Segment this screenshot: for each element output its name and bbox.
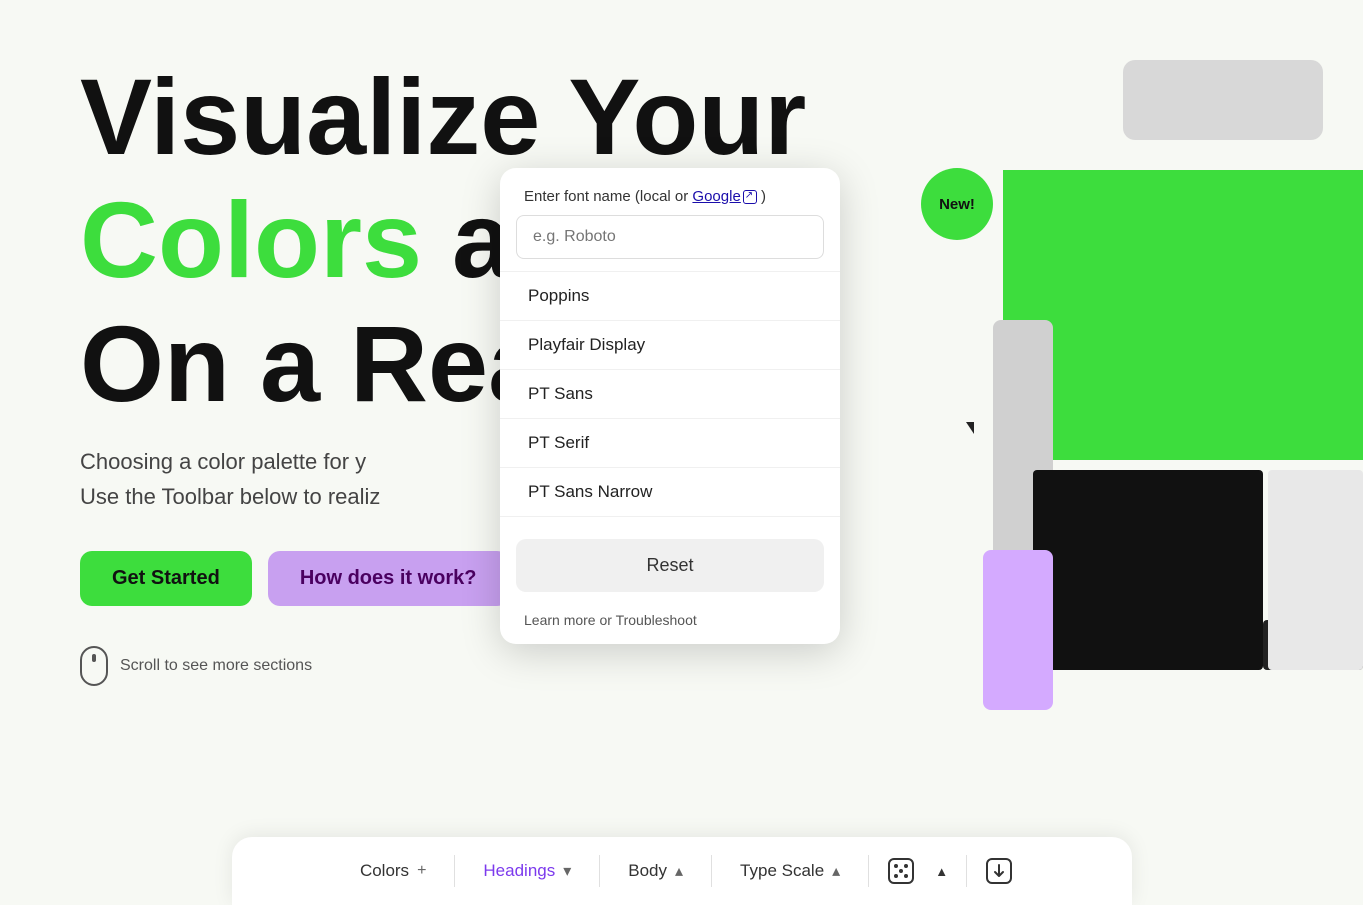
font-list-item[interactable]: Pacifico [500, 516, 840, 531]
toolbar: Colors + Headings ▾ Body ▴ Type Scale ▴ [232, 837, 1132, 905]
toolbar-divider-4 [868, 855, 869, 887]
mouse-dot [92, 654, 96, 662]
font-list-item[interactable]: Poppins [500, 271, 840, 320]
font-list-item[interactable]: PT Serif [500, 418, 840, 467]
font-search-input[interactable] [516, 215, 824, 259]
mouse-icon [80, 646, 108, 686]
external-link-icon [743, 190, 757, 204]
how-it-works-button[interactable]: How does it work? [268, 551, 509, 606]
font-popup-header: Enter font name (local or Google ) [500, 168, 840, 215]
color-block-light-right [1268, 470, 1363, 670]
get-started-button[interactable]: Get Started [80, 551, 252, 606]
toolbar-type-scale-label: Type Scale [740, 861, 824, 881]
toolbar-divider-2 [599, 855, 600, 887]
color-block-green [1003, 170, 1363, 460]
font-list-item[interactable]: Playfair Display [500, 320, 840, 369]
font-popup: Enter font name (local or Google ) Poppi… [500, 168, 840, 644]
google-fonts-link[interactable]: Google [692, 188, 756, 205]
toolbar-headings-chevron-icon: ▾ [563, 861, 571, 881]
chevron-up-icon: ▲ [935, 864, 948, 879]
toolbar-divider-5 [966, 855, 967, 887]
toolbar-type-scale-button[interactable]: Type Scale ▴ [720, 851, 860, 891]
font-reset-button[interactable]: Reset [516, 539, 824, 592]
toolbar-colors-label: Colors [360, 861, 409, 881]
toolbar-divider-3 [711, 855, 712, 887]
dice-icon [887, 857, 915, 885]
toolbar-colors-button[interactable]: Colors + [340, 851, 446, 891]
toolbar-body-label: Body [628, 861, 667, 881]
color-blocks [983, 60, 1363, 780]
font-list: PoppinsPlayfair DisplayPT SansPT SerifPT… [500, 271, 840, 531]
font-list-item[interactable]: PT Sans [500, 369, 840, 418]
new-badge: New! [921, 168, 993, 240]
toolbar-headings-label: Headings [483, 861, 555, 881]
troubleshoot-link[interactable]: Learn more or Troubleshoot [524, 612, 697, 628]
toolbar-type-scale-chevron-icon: ▴ [832, 861, 840, 881]
toolbar-colors-plus-icon: + [417, 862, 426, 880]
toolbar-download-button[interactable] [975, 847, 1023, 895]
toolbar-body-button[interactable]: Body ▴ [608, 851, 703, 891]
toolbar-body-chevron-icon: ▴ [675, 861, 683, 881]
color-block-gray-light [1123, 60, 1323, 140]
color-block-black [1033, 470, 1263, 670]
toolbar-dice-button[interactable] [877, 847, 925, 895]
toolbar-headings-button[interactable]: Headings ▾ [463, 851, 591, 891]
font-list-item[interactable]: PT Sans Narrow [500, 467, 840, 516]
toolbar-chevron-up-button[interactable]: ▲ [925, 854, 958, 889]
color-block-purple [983, 550, 1053, 710]
download-icon [985, 857, 1013, 885]
toolbar-divider-1 [454, 855, 455, 887]
font-popup-footer: Learn more or Troubleshoot [500, 600, 840, 644]
